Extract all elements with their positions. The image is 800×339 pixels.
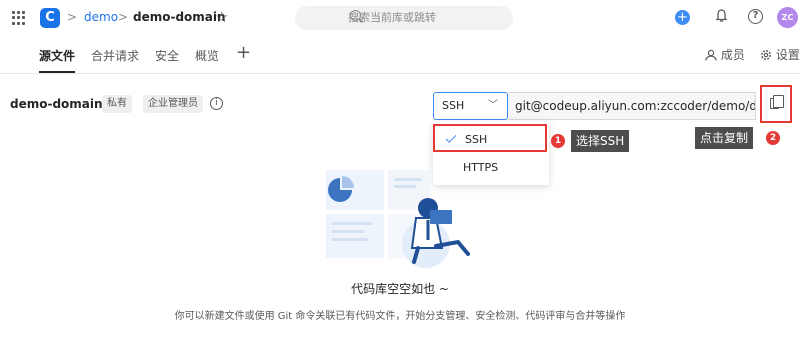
user-icon (705, 49, 717, 61)
settings-label: 设置 (775, 48, 800, 62)
top-bar: C > demo > demo-domain ☆ 搜索当前库或跳转 + ? ZC (0, 0, 800, 36)
breadcrumb-repo-group[interactable]: demo (84, 10, 118, 24)
step-2-marker: 2 (766, 131, 780, 145)
private-badge: 私有 (102, 95, 132, 113)
clone-url-field[interactable]: git@codeup.aliyun.com:zccoder/demo/demo (508, 92, 756, 120)
step-2-callout: 点击复制 (695, 127, 754, 149)
codeup-logo[interactable]: C (40, 8, 60, 28)
step-1-callout: 选择SSH (571, 130, 630, 152)
search-icon (350, 10, 361, 21)
help-icon[interactable]: ? (748, 9, 763, 24)
check-icon (445, 132, 457, 143)
search-input[interactable]: 搜索当前库或跳转 (295, 6, 513, 30)
protocol-selected-value: SSH (442, 99, 465, 112)
role-badge: 企业管理员 (143, 95, 203, 113)
star-icon[interactable]: ☆ (215, 8, 228, 26)
tab-security[interactable]: 安全 (155, 47, 179, 64)
repo-name: demo-domain (10, 97, 103, 111)
breadcrumb-current: demo-domain (133, 10, 226, 24)
gear-icon (761, 50, 771, 60)
tab-source-files[interactable]: 源文件 (39, 47, 75, 64)
copy-url-button[interactable] (760, 85, 792, 123)
add-tab-icon[interactable]: + (236, 42, 251, 63)
copy-icon (770, 95, 784, 109)
members-label: 成员 (720, 48, 745, 62)
info-icon[interactable]: i (210, 97, 223, 110)
repo-tabs: 源文件 合并请求 安全 概览 + 成员 设置 (0, 36, 800, 74)
protocol-option-ssh[interactable]: SSH (433, 124, 547, 152)
avatar[interactable]: ZC (777, 7, 798, 28)
apps-grid-icon[interactable] (12, 11, 26, 25)
empty-repo-illustration (326, 170, 470, 268)
tab-overview[interactable]: 概览 (195, 47, 219, 64)
tab-merge-requests[interactable]: 合并请求 (91, 47, 139, 64)
chevron-down-icon: ﹀ (488, 100, 498, 111)
option-label: SSH (465, 133, 488, 146)
chevron-right-icon: > (118, 10, 129, 24)
empty-state-description: 你可以新建文件或使用 Git 命令关联已有代码文件，开始分支管理、安全检测、代码… (174, 311, 626, 322)
members-link[interactable]: 成员 (705, 46, 745, 63)
bell-icon[interactable] (716, 9, 727, 23)
step-1-marker: 1 (551, 134, 565, 148)
create-plus-icon[interactable]: + (675, 10, 690, 25)
protocol-select[interactable]: SSH ﹀ (433, 92, 508, 120)
settings-link[interactable]: 设置 (760, 46, 800, 63)
empty-state-title: 代码库空空如也 ~ (351, 282, 449, 296)
active-tab-indicator (39, 71, 75, 73)
chevron-right-icon: > (67, 10, 78, 24)
